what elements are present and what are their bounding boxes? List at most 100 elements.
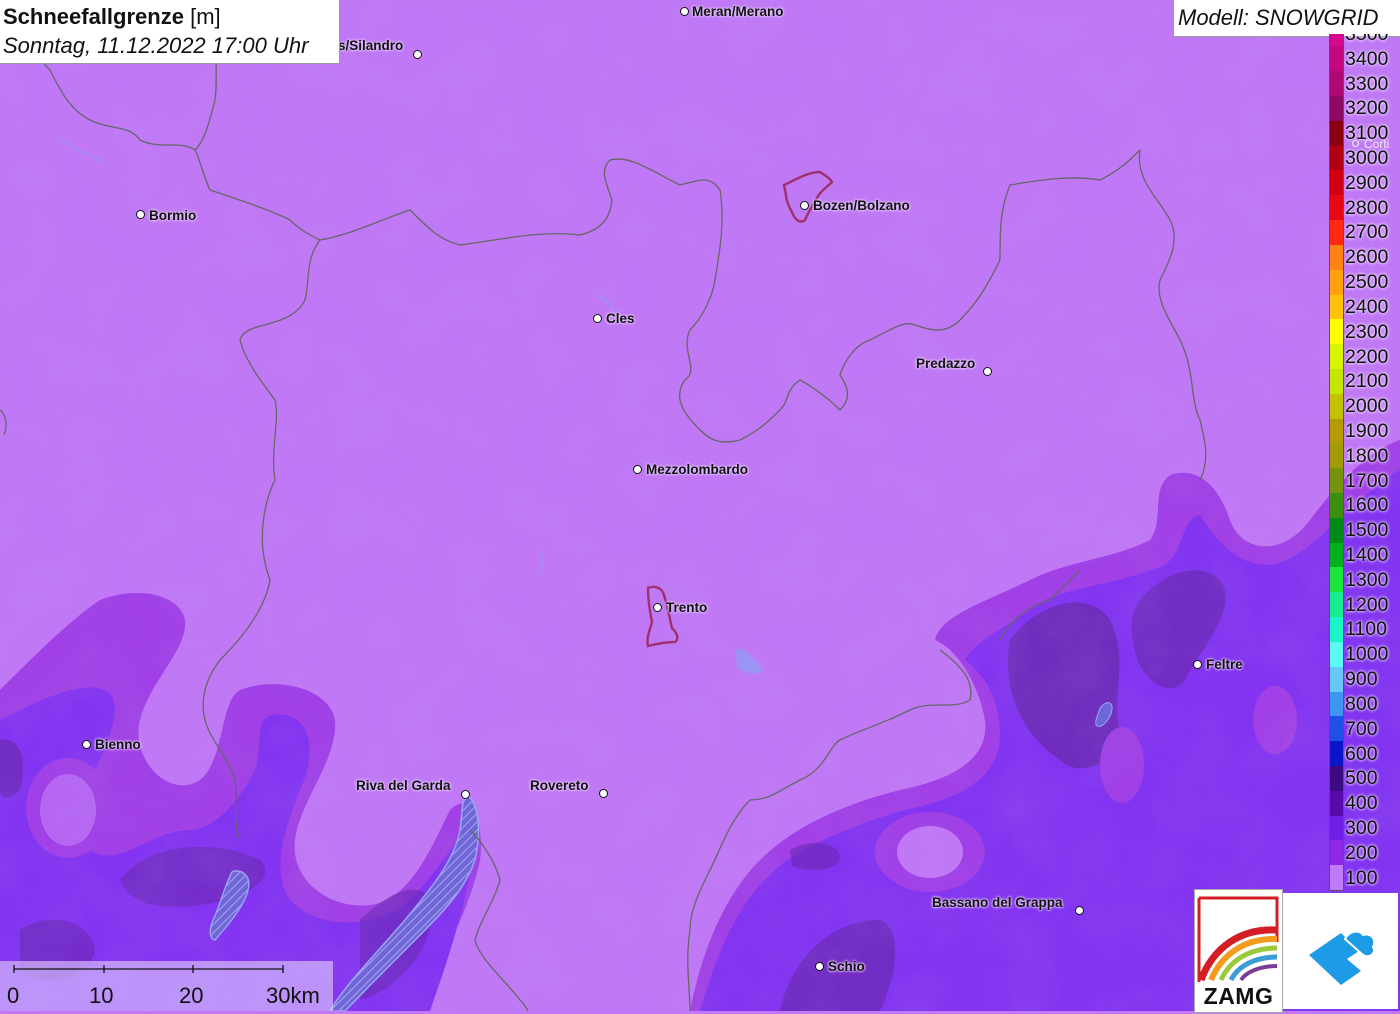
legend-label: 500 bbox=[1345, 767, 1378, 790]
city-dot-icon bbox=[413, 50, 422, 59]
legend-label: 2200 bbox=[1345, 345, 1389, 368]
snowgrid-cloud-icon bbox=[1309, 930, 1376, 985]
legend-swatch-400 bbox=[1330, 790, 1343, 817]
scale-label: 30km bbox=[266, 983, 320, 1008]
legend-swatch-200 bbox=[1330, 840, 1343, 866]
city-dot-icon bbox=[815, 962, 824, 971]
city-dot-icon bbox=[136, 210, 145, 219]
scale-label: 20 bbox=[179, 983, 204, 1008]
city-label: Rovereto bbox=[530, 778, 589, 793]
legend-label: 1400 bbox=[1345, 544, 1389, 567]
terrain-shading bbox=[0, 0, 1400, 1011]
legend-swatch-2400 bbox=[1330, 294, 1343, 320]
legend-swatch-2700 bbox=[1330, 220, 1343, 246]
legend-label: 600 bbox=[1345, 742, 1378, 765]
city-dot-icon bbox=[680, 7, 689, 16]
city-dot-icon bbox=[82, 740, 91, 749]
legend-label: 2900 bbox=[1345, 171, 1389, 194]
legend-label: 300 bbox=[1345, 816, 1378, 839]
legend-label: 2700 bbox=[1345, 221, 1389, 244]
color-legend bbox=[1329, 34, 1344, 891]
legend-label: 1500 bbox=[1345, 519, 1389, 542]
city-dot-icon bbox=[599, 789, 608, 798]
legend-swatch-100 bbox=[1330, 865, 1343, 891]
legend-label: 3400 bbox=[1345, 47, 1389, 70]
legend-swatch-1200 bbox=[1330, 592, 1343, 618]
legend-swatch-1000 bbox=[1330, 641, 1343, 668]
legend-label: 3300 bbox=[1345, 72, 1389, 95]
legend-label: 2400 bbox=[1345, 295, 1389, 318]
scale-label: 10 bbox=[89, 983, 114, 1008]
title-main: Schneefallgrenze bbox=[3, 4, 184, 29]
model-label: Modell: SNOWGRID bbox=[1178, 5, 1379, 30]
legend-swatch-2200 bbox=[1330, 344, 1343, 370]
city-dot-icon bbox=[633, 465, 642, 474]
legend-swatch-1600 bbox=[1330, 493, 1343, 519]
city-dot-icon bbox=[593, 314, 602, 323]
legend-label: 800 bbox=[1345, 692, 1378, 715]
legend-label: 200 bbox=[1345, 841, 1378, 864]
legend-label: 2600 bbox=[1345, 246, 1389, 269]
city-label: Bassano del Grappa bbox=[932, 895, 1063, 910]
legend-label: 2300 bbox=[1345, 320, 1389, 343]
city-label: Meran/Merano bbox=[692, 4, 784, 19]
legend-label: 2500 bbox=[1345, 271, 1389, 294]
legend-label: 2800 bbox=[1345, 196, 1389, 219]
city-label: Mezzolombardo bbox=[646, 462, 749, 477]
legend-swatch-1100 bbox=[1330, 617, 1343, 643]
legend-swatch-2900 bbox=[1330, 170, 1343, 196]
legend-swatch-1400 bbox=[1330, 542, 1343, 568]
zamg-logo[interactable]: ZAMG bbox=[1194, 889, 1283, 1013]
legend-swatch-1500 bbox=[1330, 517, 1343, 544]
city-label: Cles bbox=[606, 311, 635, 326]
city-label: Bormio bbox=[149, 208, 197, 223]
city-label: Riva del Garda bbox=[356, 778, 451, 793]
legend-label: 1600 bbox=[1345, 494, 1389, 517]
legend-swatch-3500 bbox=[1330, 34, 1343, 47]
legend-label: 1900 bbox=[1345, 419, 1389, 442]
scale-label: 0 bbox=[7, 983, 20, 1008]
legend-label: 1200 bbox=[1345, 593, 1389, 616]
city-dot-icon bbox=[461, 790, 470, 799]
city-dot-icon bbox=[1075, 906, 1084, 915]
legend-swatch-900 bbox=[1330, 666, 1343, 692]
legend-label: 100 bbox=[1345, 866, 1378, 889]
legend-swatch-3100 bbox=[1330, 120, 1343, 147]
legend-swatch-600 bbox=[1330, 741, 1343, 767]
city-dot-icon bbox=[800, 201, 809, 210]
city-label: s/Silandro bbox=[338, 38, 404, 53]
legend-swatch-1800 bbox=[1330, 443, 1343, 469]
legend-swatch-3200 bbox=[1330, 96, 1343, 122]
city-label: Schio bbox=[828, 959, 865, 974]
legend-swatch-2100 bbox=[1330, 368, 1343, 395]
legend-label: 2000 bbox=[1345, 395, 1389, 418]
legend-swatch-300 bbox=[1330, 815, 1343, 841]
city-dot-icon bbox=[1193, 660, 1202, 669]
zamg-wordmark: ZAMG bbox=[1203, 983, 1274, 1009]
legend-swatch-1900 bbox=[1330, 418, 1343, 444]
legend-swatch-2600 bbox=[1330, 244, 1343, 271]
legend-label: 2100 bbox=[1345, 370, 1389, 393]
city-label: Predazzo bbox=[916, 356, 976, 371]
legend-swatch-700 bbox=[1330, 716, 1343, 742]
legend-swatch-1700 bbox=[1330, 468, 1343, 494]
city-label: Bozen/Bolzano bbox=[813, 198, 910, 213]
legend-swatch-2800 bbox=[1330, 195, 1343, 221]
model-box: Modell: SNOWGRID bbox=[1173, 0, 1400, 37]
legend-label: 700 bbox=[1345, 717, 1378, 740]
legend-label: 3200 bbox=[1345, 97, 1389, 120]
legend-swatch-2500 bbox=[1330, 269, 1343, 295]
city-dot-icon bbox=[653, 603, 662, 612]
legend-swatch-2000 bbox=[1330, 393, 1343, 420]
snowgrid-logo[interactable] bbox=[1283, 893, 1398, 1009]
legend-swatch-800 bbox=[1330, 691, 1343, 717]
snowfall-line-map[interactable] bbox=[0, 0, 1400, 1011]
legend-swatch-500 bbox=[1330, 765, 1343, 792]
legend-label: 900 bbox=[1345, 668, 1378, 691]
legend-swatch-1300 bbox=[1330, 567, 1343, 593]
legend-label: 400 bbox=[1345, 792, 1378, 815]
legend-swatch-2300 bbox=[1330, 319, 1343, 345]
legend-swatch-3000 bbox=[1330, 145, 1343, 171]
legend-label: 1300 bbox=[1345, 568, 1389, 591]
city-label: Trento bbox=[666, 600, 708, 615]
